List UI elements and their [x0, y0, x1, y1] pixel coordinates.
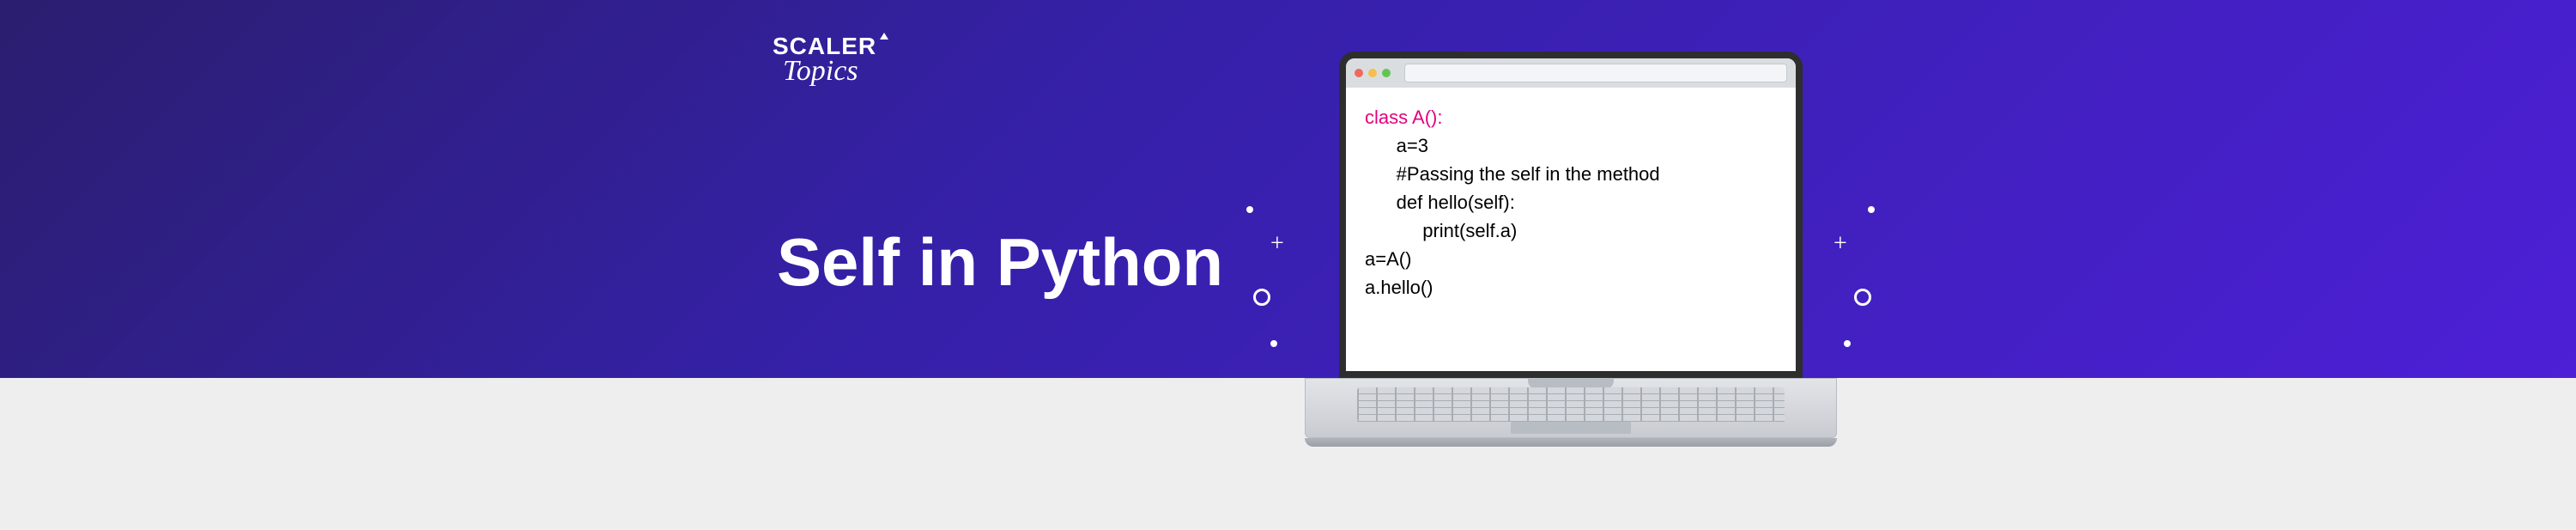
url-bar — [1404, 64, 1787, 82]
footer-surface — [0, 378, 2576, 530]
decoration-dot-icon — [1270, 340, 1277, 347]
window-minimize-icon — [1368, 69, 1377, 77]
page-title: Self in Python — [777, 223, 1223, 302]
logo-subbrand-text: Topics — [773, 55, 858, 88]
banner-hero: SCALER Topics Self in Python + + class A… — [0, 0, 2576, 378]
laptop-trackpad — [1511, 422, 1631, 434]
code-line-1: class A(): — [1365, 103, 1777, 131]
laptop-illustration: class A(): a=3 #Passing the self in the … — [1305, 52, 1837, 455]
window-maximize-icon — [1382, 69, 1391, 77]
laptop-screen: class A(): a=3 #Passing the self in the … — [1339, 52, 1803, 378]
code-snippet: class A(): a=3 #Passing the self in the … — [1346, 88, 1796, 317]
decoration-circle-icon — [1854, 289, 1871, 306]
code-line-4: def hello(self): — [1365, 188, 1777, 216]
decoration-plus-icon: + — [1270, 230, 1284, 258]
code-line-2: a=3 — [1365, 131, 1777, 160]
decoration-dot-icon — [1246, 206, 1253, 213]
laptop-base — [1305, 378, 1837, 455]
laptop-keyboard-deck — [1305, 378, 1837, 438]
code-line-5: print(self.a) — [1365, 216, 1777, 245]
code-line-7: a.hello() — [1365, 273, 1777, 302]
laptop-keyboard — [1357, 387, 1785, 422]
code-line-6: a=A() — [1365, 245, 1777, 273]
window-close-icon — [1355, 69, 1363, 77]
decoration-dot-icon — [1868, 206, 1875, 213]
laptop-base-edge — [1305, 438, 1837, 447]
decoration-dot-icon — [1844, 340, 1851, 347]
scaler-topics-logo: SCALER Topics — [773, 33, 888, 88]
decoration-circle-icon — [1253, 289, 1270, 306]
logo-triangle-icon — [880, 33, 888, 40]
browser-bar — [1346, 58, 1796, 88]
code-line-3: #Passing the self in the method — [1365, 160, 1777, 188]
